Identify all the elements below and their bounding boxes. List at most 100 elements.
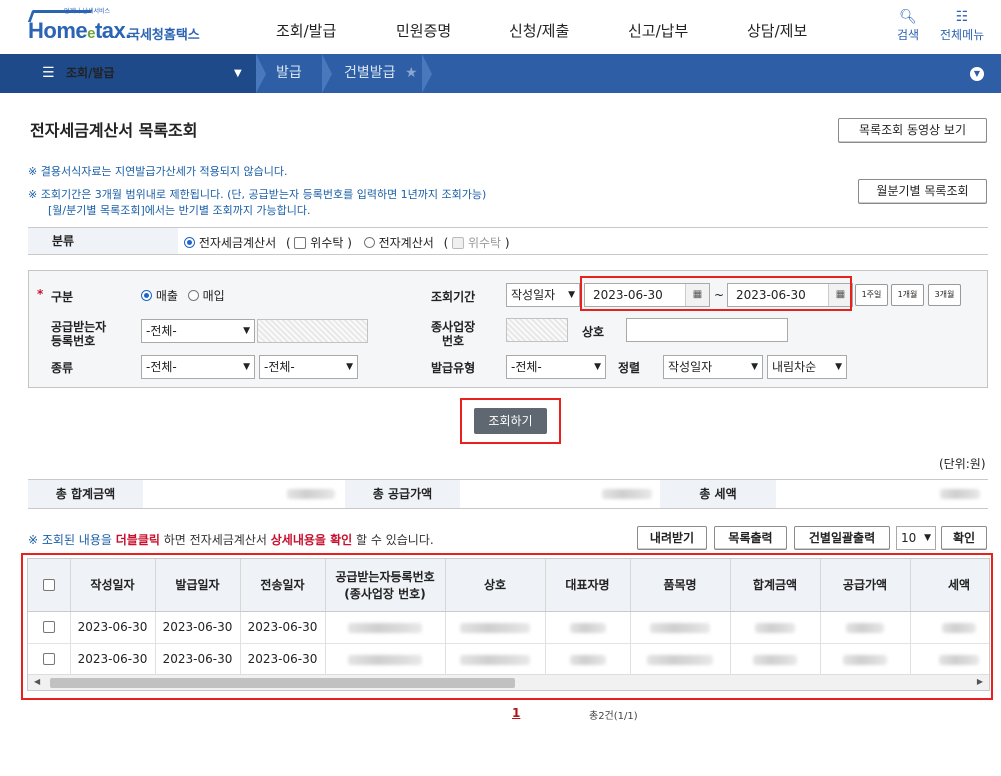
- row-select-cell: [28, 611, 71, 644]
- col-total-amount[interactable]: 합계금액: [730, 559, 821, 612]
- date-range-highlight: [580, 276, 852, 311]
- scroll-left-icon[interactable]: ◀: [34, 677, 40, 686]
- radio-sales[interactable]: [141, 290, 152, 301]
- breadcrumb-single-issue[interactable]: 건별발급: [344, 54, 396, 93]
- page-size-value: 10: [901, 531, 917, 545]
- quick-1week-button[interactable]: 1주일: [855, 284, 888, 306]
- quick-3month-button[interactable]: 3개월: [928, 284, 961, 306]
- col-supply-amount[interactable]: 공급가액: [820, 559, 911, 612]
- cell-item-name: [630, 611, 731, 644]
- all-menu-button[interactable]: ☷ 전체메뉴: [940, 8, 984, 43]
- notice-late-fee: ※ 결용서식자료는 지연발급가산세가 적용되지 않습니다.: [28, 165, 288, 178]
- paren-close: ): [347, 236, 352, 250]
- section-dropdown[interactable]: ☰ 조회/발급 ▼: [0, 54, 256, 93]
- col-tax-amount[interactable]: 세액: [910, 559, 989, 612]
- gnb-item-report[interactable]: 신고/납부: [628, 20, 688, 41]
- scroll-right-icon[interactable]: ▶: [977, 677, 983, 686]
- cell-supply-amount: [820, 611, 911, 644]
- redacted-value: [755, 622, 795, 633]
- gnb-item-consult[interactable]: 상담/제보: [747, 20, 807, 41]
- receiver-select-value: -전체-: [146, 324, 177, 338]
- breadcrumb-separator: [322, 54, 336, 93]
- search-button[interactable]: 🔍︎ 검색: [897, 8, 919, 43]
- download-button[interactable]: 내려받기: [637, 526, 707, 550]
- scrollbar-thumb[interactable]: [50, 678, 515, 688]
- site-header: 언제나 납세서비스 Homeetax. 국세청홈택스 조회/발급 민원증명 신청…: [0, 0, 1001, 54]
- issue-type-value: -전체-: [511, 360, 542, 374]
- chevron-down-icon: ▼: [594, 362, 601, 372]
- period-label: 조회기간: [431, 290, 476, 304]
- row-checkbox[interactable]: [42, 621, 55, 633]
- date-type-select[interactable]: 작성일자 ▼: [506, 283, 580, 307]
- redacted-value: [569, 622, 606, 633]
- notice-monthly: [월/분기별 목록조회]에서는 반기별 조회까지 가능합니다.: [48, 204, 311, 217]
- col-write-date[interactable]: 작성일자: [70, 559, 156, 612]
- total-supply-label: 총 공급가액: [345, 480, 460, 508]
- table-row[interactable]: 2023-06-30 2023-06-30 2023-06-30: [28, 611, 989, 644]
- cell-representative: [545, 643, 631, 676]
- gnb-item-application[interactable]: 신청/제출: [509, 20, 569, 41]
- hint-text: 할 수 있습니다.: [352, 533, 434, 547]
- totals-bar: 총 합계금액 총 공급가액 총 세액: [28, 479, 988, 509]
- total-tax-value: [940, 489, 980, 499]
- row-checkbox[interactable]: [42, 653, 55, 665]
- monthly-inquiry-button[interactable]: 월분기별 목록조회: [858, 179, 987, 204]
- breadcrumb-separator: [256, 54, 270, 93]
- quick-1month-button[interactable]: 1개월: [891, 284, 924, 306]
- issue-type-select[interactable]: -전체- ▼: [506, 355, 606, 379]
- receiver-select[interactable]: -전체- ▼: [141, 319, 255, 343]
- confirm-button[interactable]: 확인: [941, 526, 987, 550]
- video-guide-button[interactable]: 목록조회 동영상 보기: [838, 118, 987, 143]
- radio-purchase[interactable]: [187, 290, 199, 301]
- classification-label: 분류: [28, 228, 178, 254]
- col-receiver-number[interactable]: 공급받는자등록번호 (종사업장 번호): [325, 559, 446, 612]
- receiver-label-2: 등록번호: [51, 334, 96, 348]
- col-send-date[interactable]: 전송일자: [240, 559, 326, 612]
- trust-checkbox-1[interactable]: [294, 237, 307, 249]
- gnb-item-certificate[interactable]: 민원증명: [396, 20, 451, 41]
- col-item-name[interactable]: 품목명: [630, 559, 731, 612]
- select-all-cell: [28, 559, 71, 612]
- horizontal-scrollbar[interactable]: ◀ ▶: [28, 674, 989, 690]
- star-icon[interactable]: ★: [405, 54, 418, 93]
- col-representative[interactable]: 대표자명: [545, 559, 631, 612]
- redacted-value: [460, 622, 530, 633]
- total-tax-label: 총 세액: [660, 480, 776, 508]
- gnb-item-inquiry[interactable]: 조회/발급: [276, 20, 336, 41]
- radio-e-invoice[interactable]: [363, 237, 375, 248]
- kind-select-2-value: -전체-: [264, 360, 295, 374]
- kind-select-1[interactable]: -전체- ▼: [141, 355, 255, 379]
- select-all-checkbox[interactable]: [42, 578, 55, 591]
- cell-tax-amount: [910, 643, 989, 676]
- cell-issue-date: 2023-06-30: [155, 611, 241, 644]
- biz-place-input: [506, 318, 568, 342]
- print-list-button[interactable]: 목록출력: [714, 526, 787, 550]
- pagination-page-1[interactable]: 1: [512, 706, 520, 720]
- chevron-down-icon: ▼: [924, 533, 931, 543]
- redacted-value: [348, 654, 422, 665]
- cell-representative: [545, 611, 631, 644]
- redacted-value: [647, 654, 713, 665]
- page-size-select[interactable]: 10 ▼: [896, 526, 936, 550]
- logo-korean-name: 국세청홈택스: [128, 28, 200, 43]
- company-label: 상호: [582, 325, 605, 339]
- radio-e-tax-invoice[interactable]: [184, 237, 195, 248]
- breadcrumb-separator: [422, 54, 436, 93]
- col-receiver-number-l2: (종사업장 번호): [344, 586, 426, 601]
- sort-order-select[interactable]: 내림차순 ▼: [767, 355, 847, 379]
- col-company[interactable]: 상호: [445, 559, 546, 612]
- breadcrumb-issue[interactable]: 발급: [276, 54, 302, 93]
- sort-field-select[interactable]: 작성일자 ▼: [663, 355, 763, 379]
- sort-field-value: 작성일자: [668, 360, 713, 374]
- company-input[interactable]: [626, 318, 788, 342]
- paren-open: (: [285, 236, 291, 250]
- col-issue-date[interactable]: 발급일자: [155, 559, 241, 612]
- chevron-down-icon[interactable]: ▼: [970, 67, 984, 81]
- gubun-options: 매출 매입: [141, 287, 225, 304]
- bulk-print-button[interactable]: 건별일괄출력: [794, 526, 890, 550]
- table-row[interactable]: 2023-06-30 2023-06-30 2023-06-30: [28, 643, 989, 676]
- cell-item-name: [630, 643, 731, 676]
- kind-select-2[interactable]: -전체- ▼: [259, 355, 358, 379]
- hint-detail: 상세내용을 확인: [270, 533, 353, 547]
- hometax-logo[interactable]: 언제나 납세서비스 Homeetax. 국세청홈택스: [27, 6, 218, 48]
